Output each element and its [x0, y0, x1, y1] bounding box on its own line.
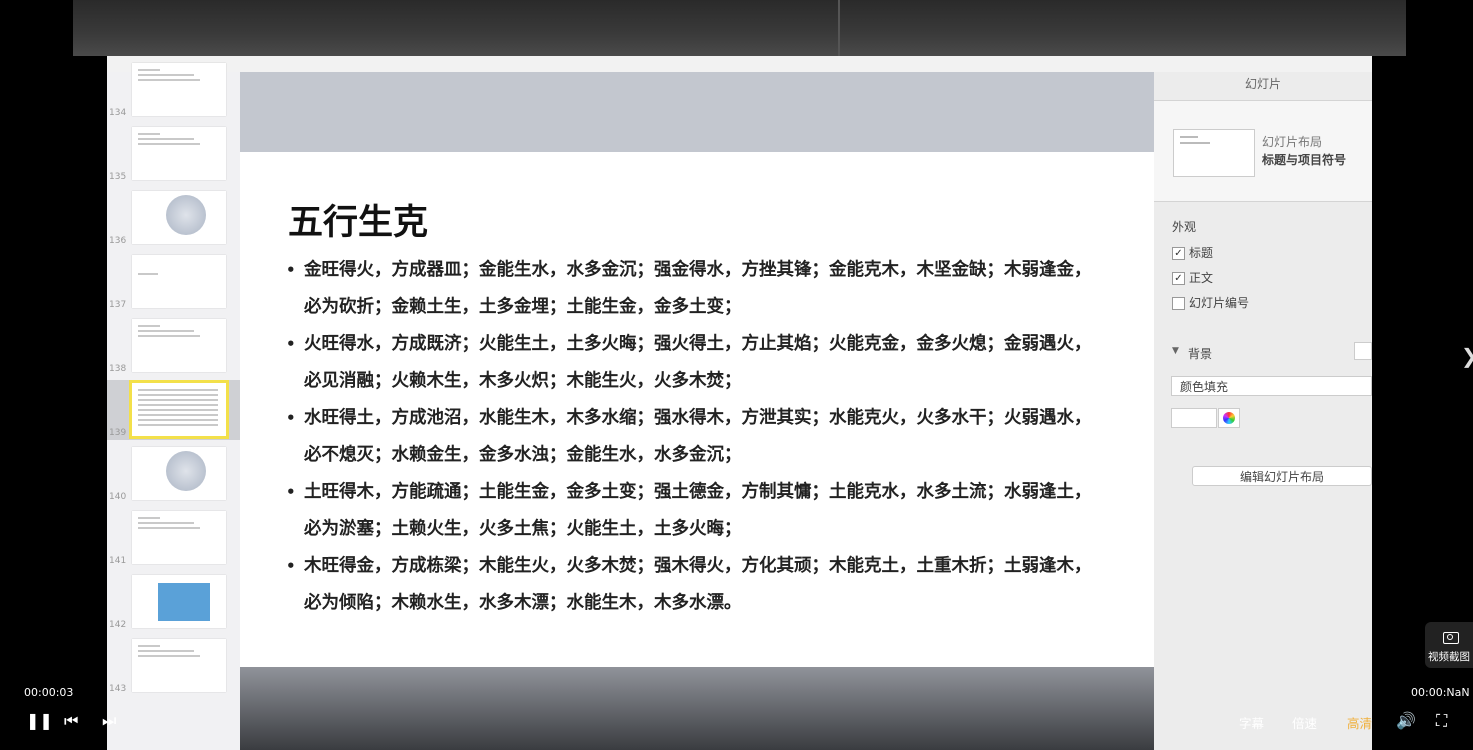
slide-number: 138 — [109, 364, 127, 374]
next-icon[interactable]: ⏭ — [102, 711, 116, 731]
layout-selector[interactable]: 幻灯片布局 标题与项目符号 — [1154, 101, 1372, 202]
slide-number: 134 — [109, 108, 127, 118]
background-stub[interactable] — [1354, 342, 1372, 360]
appearance-option[interactable]: ✓ 标题 — [1172, 244, 1213, 260]
slide-bullet-list[interactable]: 金旺得火，方成器皿；金能生水，水多金沉；强金得水，方挫其锋；金能克木，木坚金缺；… — [286, 252, 1116, 622]
slide-number: 142 — [109, 620, 127, 630]
fullscreen-icon[interactable]: ⛶ — [1436, 711, 1447, 731]
appearance-option-label: 标题 — [1189, 246, 1214, 260]
slide-thumbnail[interactable] — [129, 380, 229, 439]
previous-icon[interactable]: ⏮ — [64, 711, 78, 731]
slide-thumbnail[interactable] — [132, 63, 226, 116]
subtitles-button[interactable]: 字幕 — [1239, 713, 1264, 732]
recorded-menu-band — [73, 0, 1406, 56]
screenshot-label: 视频截图 — [1428, 651, 1470, 663]
slide-thumbnail-row[interactable]: 138 — [107, 316, 240, 376]
layout-thumbnail[interactable] — [1173, 129, 1255, 177]
slide-number: 140 — [109, 492, 127, 502]
slide-thumbnail[interactable] — [132, 191, 226, 244]
speed-button[interactable]: 倍速 — [1292, 713, 1317, 732]
slide-thumbnail-row[interactable]: 139 — [107, 380, 240, 440]
slide-thumbnail[interactable] — [132, 255, 226, 308]
slide-number: 141 — [109, 556, 127, 566]
slide-thumbnail[interactable] — [132, 511, 226, 564]
screenshot-button[interactable]: 视频截图 — [1425, 622, 1473, 668]
color-well[interactable] — [1171, 408, 1217, 428]
fill-type-select[interactable]: 颜色填充 — [1171, 376, 1372, 396]
quality-button[interactable]: 高清 — [1347, 713, 1372, 732]
layout-name: 标题与项目符号 — [1262, 153, 1347, 167]
layout-label: 幻灯片布局 — [1262, 135, 1323, 149]
checkbox-checked[interactable]: ✓ — [1172, 272, 1185, 285]
slide-bullet[interactable]: 木旺得金，方成栋梁；木能生火，火多木焚；强木得火，方化其顽；木能克土，土重木折；… — [286, 548, 1116, 622]
volume-icon[interactable]: 🔊 — [1396, 711, 1416, 731]
keynote-window: 134 135 136 137 138 139 140 141 142 143 五行生克 金旺得火… — [107, 56, 1372, 750]
background-label: 背景 — [1188, 347, 1213, 361]
slide-number: 137 — [109, 300, 127, 310]
slide-thumbnail-row[interactable]: 143 — [107, 636, 240, 696]
inspector-panel: 幻灯片 幻灯片布局 标题与项目符号 外观 ✓ 标题 ✓ 正文幻灯片编号 ▼ 背景 颜色… — [1154, 72, 1372, 750]
slide-number: 136 — [109, 236, 127, 246]
slide-thumbnail-row[interactable]: 136 — [107, 188, 240, 248]
slide-thumbnail-row[interactable]: 141 — [107, 508, 240, 568]
checkbox-checked[interactable]: ✓ — [1172, 247, 1185, 260]
slide-thumbnail-row[interactable]: 142 — [107, 572, 240, 632]
next-chevron-icon[interactable]: ❯ — [1461, 344, 1473, 368]
toolbar-ghost — [107, 56, 1372, 72]
camera-icon — [1443, 632, 1459, 644]
color-wheel-icon — [1223, 412, 1235, 424]
current-time: 00:00:03 — [24, 686, 74, 699]
slide-thumbnail-row[interactable]: 134 — [107, 60, 240, 120]
checkbox-unchecked[interactable] — [1172, 297, 1185, 310]
slide-thumbnail[interactable] — [132, 127, 226, 180]
appearance-option-label: 正文 — [1189, 271, 1214, 285]
slide-bullet[interactable]: 金旺得火，方成器皿；金能生水，水多金沉；强金得水，方挫其锋；金能克木，木坚金缺；… — [286, 252, 1116, 326]
slide-thumbnail[interactable] — [132, 639, 226, 692]
slide-canvas[interactable]: 五行生克 金旺得火，方成器皿；金能生水，水多金沉；强金得水，方挫其锋；金能克木，… — [240, 152, 1154, 667]
appearance-label: 外观 — [1172, 220, 1197, 234]
canvas-top-area — [240, 72, 1154, 152]
edit-layout-button[interactable]: 编辑幻灯片布局 — [1192, 466, 1372, 486]
slide-bullet[interactable]: 水旺得土，方成池沼，水能生木，木多水缩；强水得木，方泄其实；水能克火，火多水干；… — [286, 400, 1116, 474]
slide-navigator[interactable]: 134 135 136 137 138 139 140 141 142 143 — [107, 63, 240, 750]
duration: 00:00:NaN — [1411, 686, 1470, 699]
appearance-option[interactable]: 幻灯片编号 — [1172, 294, 1249, 310]
slide-title[interactable]: 五行生克 — [288, 194, 428, 245]
slide-bullet[interactable]: 土旺得木，方能疏通；土能生金，金多土变；强土德金，方制其慵；土能克水，水多土流；… — [286, 474, 1116, 548]
disclosure-triangle-icon[interactable]: ▼ — [1172, 346, 1179, 356]
slide-thumbnail[interactable] — [132, 319, 226, 372]
slide-thumbnail-row[interactable]: 135 — [107, 124, 240, 184]
slide-thumbnail[interactable] — [132, 447, 226, 500]
slide-number: 139 — [109, 428, 127, 438]
appearance-option-label: 幻灯片编号 — [1189, 296, 1250, 310]
slide-number: 143 — [109, 684, 127, 694]
slide-thumbnail-row[interactable]: 140 — [107, 444, 240, 504]
canvas-bottom-area — [240, 667, 1154, 750]
appearance-option[interactable]: ✓ 正文 — [1172, 269, 1213, 285]
color-wheel-button[interactable] — [1218, 408, 1240, 428]
inspector-tab-slide[interactable]: 幻灯片 — [1154, 72, 1372, 101]
slide-number: 135 — [109, 172, 127, 182]
slide-thumbnail[interactable] — [132, 575, 226, 628]
slide-thumbnail-row[interactable]: 137 — [107, 252, 240, 312]
pause-icon[interactable]: ❚❚ — [26, 711, 53, 731]
slide-bullet[interactable]: 火旺得水，方成既济；火能生土，土多火晦；强火得土，方止其焰；火能克金，金多火熄；… — [286, 326, 1116, 400]
